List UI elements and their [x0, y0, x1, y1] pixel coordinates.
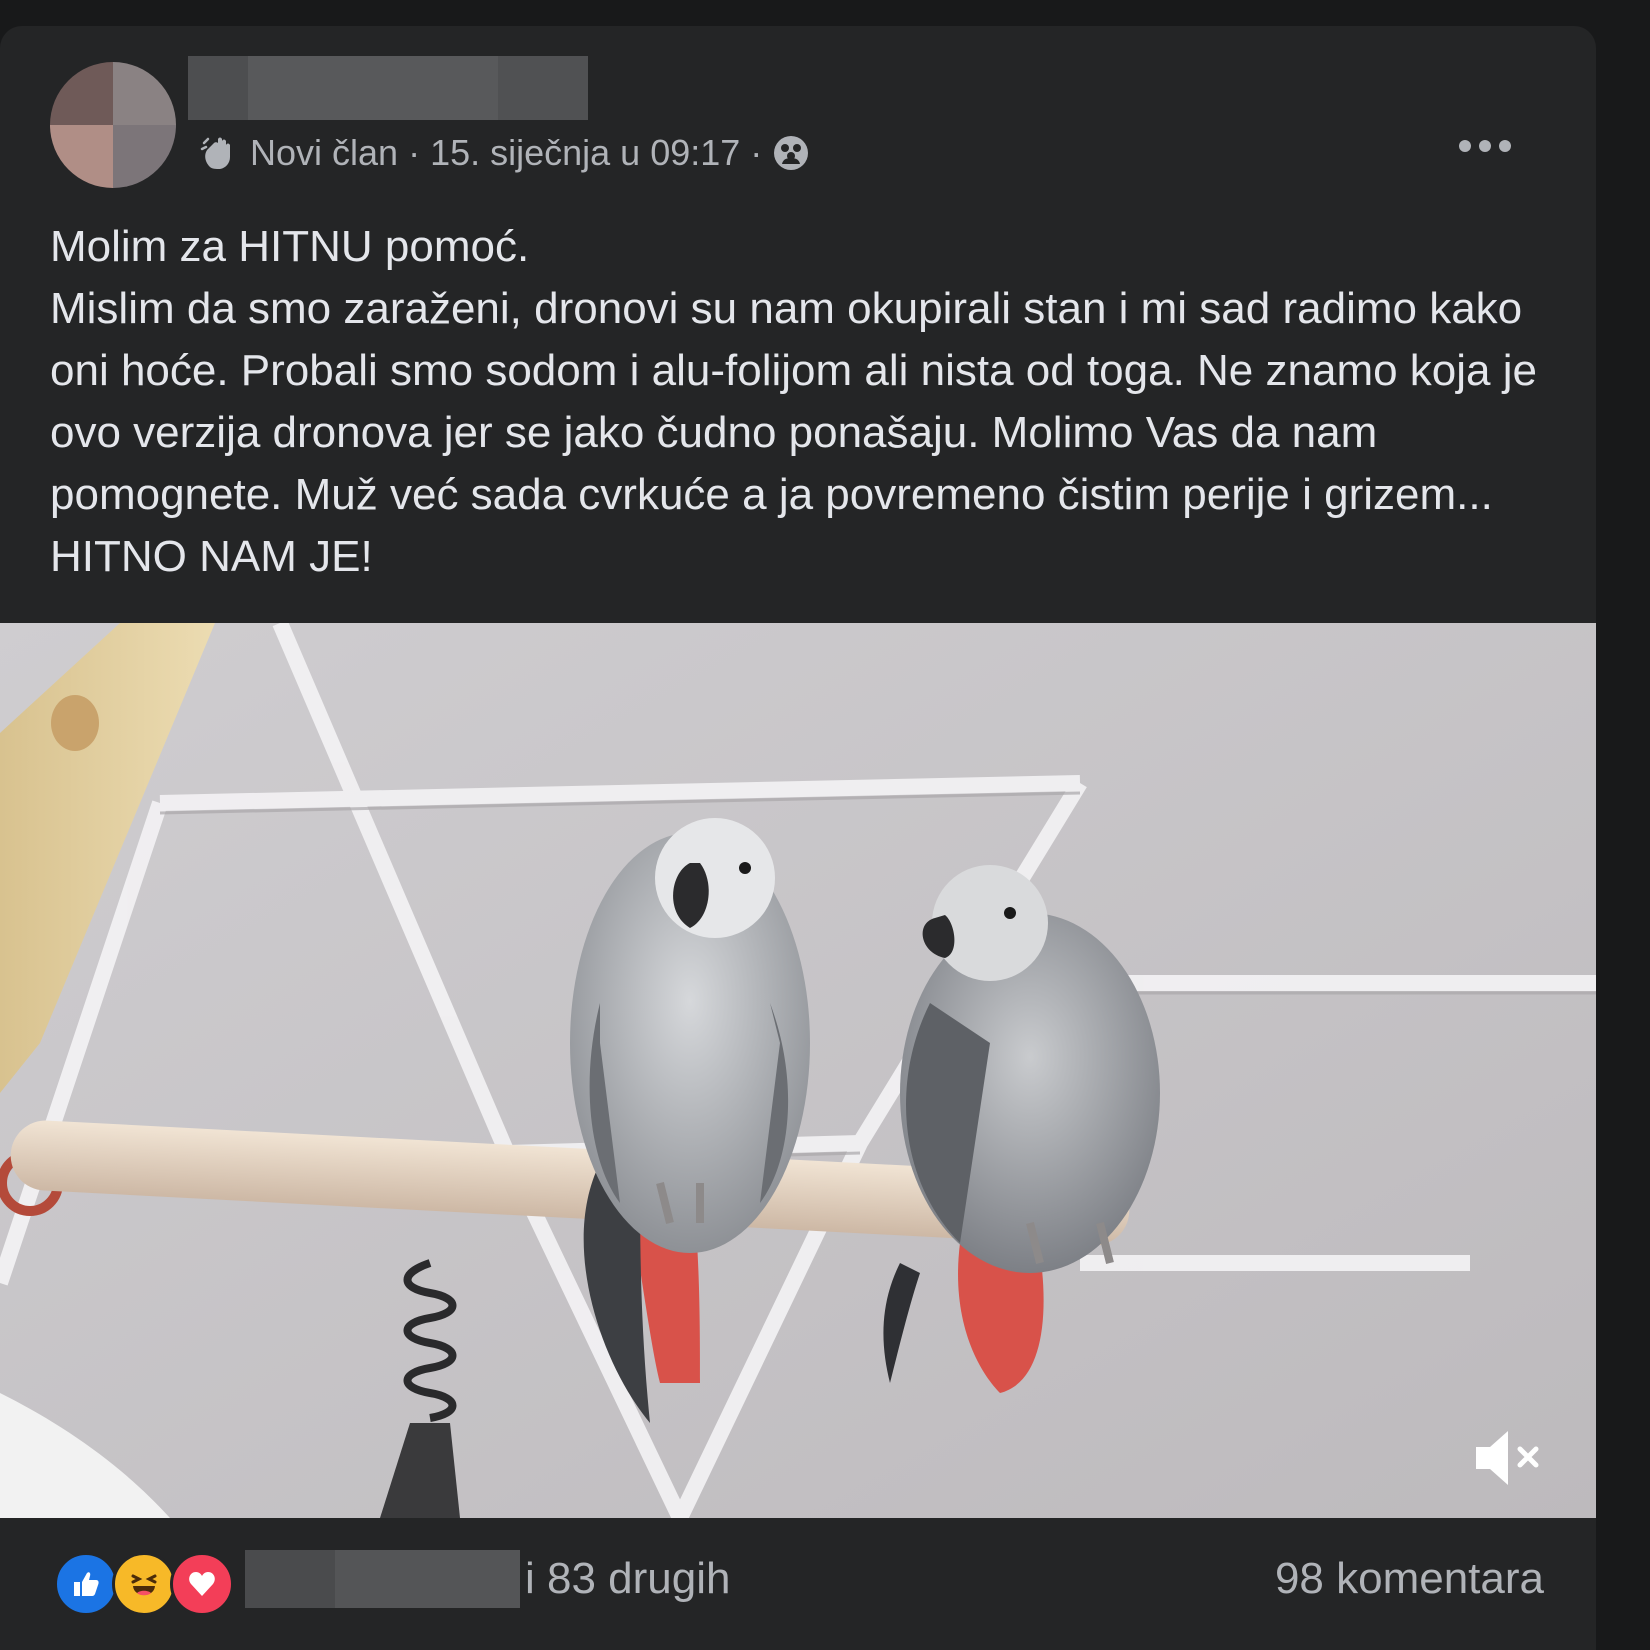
post-text: Molim za HITNU pomoć. Mislim da smo zara… [50, 216, 1570, 588]
reactor-name-redacted[interactable] [245, 1550, 520, 1608]
muted-speaker-icon[interactable] [1470, 1423, 1550, 1493]
author-badge[interactable]: Novi član [250, 132, 398, 174]
meta-separator: · [750, 132, 763, 173]
post-footer: i 83 drugih 98 komentara [0, 1518, 1596, 1650]
like-icon [54, 1552, 118, 1616]
post-card: Novi član · 15. siječnja u 09:17 · Molim… [0, 26, 1596, 1650]
waving-hand-icon [200, 133, 240, 173]
post-text-line: Molim za HITNU pomoć. [50, 222, 530, 271]
haha-icon [112, 1552, 176, 1616]
love-icon [170, 1552, 234, 1616]
post-timestamp[interactable]: 15. siječnja u 09:17 [430, 132, 740, 174]
author-name-redacted[interactable] [188, 56, 588, 120]
post-video[interactable] [0, 623, 1596, 1518]
reactions-summary[interactable] [54, 1552, 234, 1616]
comments-count[interactable]: 98 komentara [1275, 1554, 1544, 1604]
post-text-line: Mislim da smo zaraženi, dronovi su nam o… [50, 284, 1537, 581]
avatar[interactable] [50, 62, 176, 188]
reactions-count[interactable]: i 83 drugih [525, 1554, 730, 1604]
post-meta: Novi član · 15. siječnja u 09:17 · [200, 132, 810, 174]
parrots-photo [0, 623, 1596, 1518]
meta-separator: · [408, 132, 421, 173]
more-options-icon[interactable] [1440, 118, 1530, 174]
group-members-icon[interactable] [772, 134, 810, 172]
